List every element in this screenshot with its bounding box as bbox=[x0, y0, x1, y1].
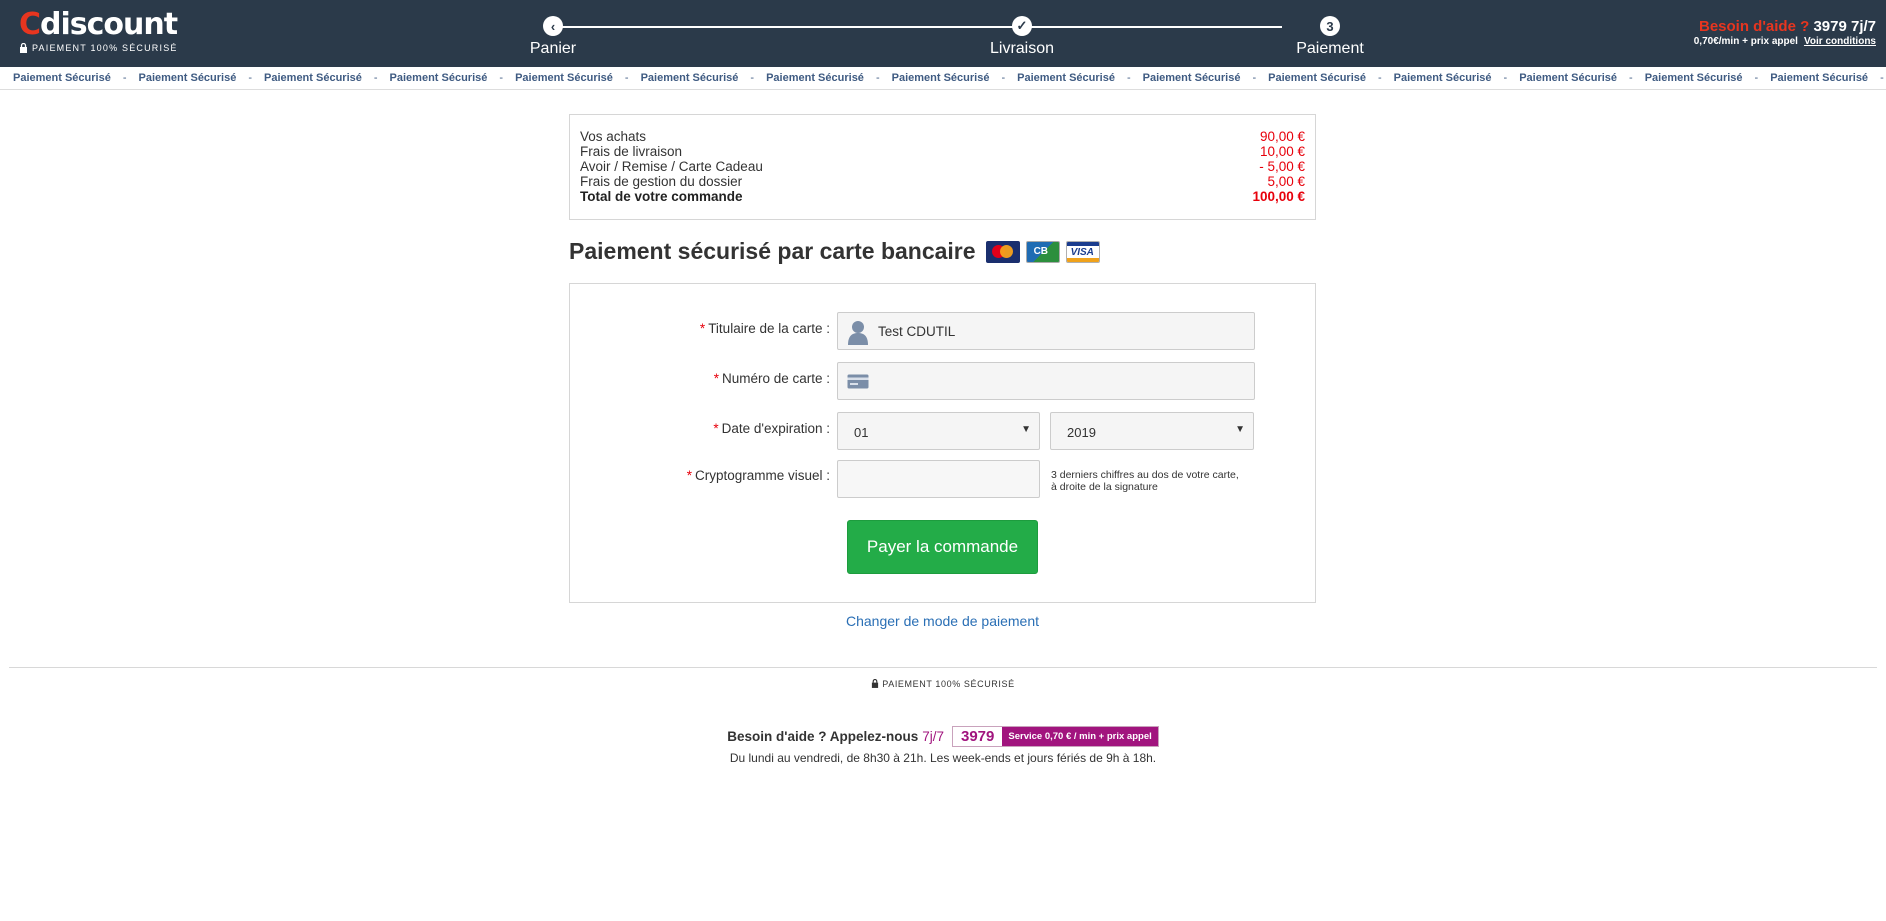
band-separator: - bbox=[1252, 72, 1257, 84]
secure-payment-label: PAIEMENT 100% SÉCURISÉ bbox=[32, 43, 178, 53]
band-item: Paiement Sécurisé bbox=[1770, 72, 1869, 84]
cvv-label: * Cryptogramme visuel : bbox=[686, 468, 830, 483]
band-item: Paiement Sécurisé bbox=[13, 72, 111, 84]
band-separator: - bbox=[1754, 72, 1759, 84]
band-separator: - bbox=[248, 72, 253, 84]
footer-help: Besoin d'aide ? Appelez-nous 7j/7 3979 S… bbox=[0, 726, 1886, 747]
card-holder-value: Test CDUTIL bbox=[878, 324, 956, 339]
band-item: Paiement Sécurisé bbox=[515, 72, 613, 84]
expiry-year-value: 2019 bbox=[1067, 425, 1096, 440]
band-item: Paiement Sécurisé bbox=[1017, 72, 1115, 84]
expiry-label: * Date d'expiration : bbox=[713, 421, 830, 436]
total-label: Total de votre commande bbox=[580, 189, 743, 204]
conditions-link[interactable]: Voir conditions bbox=[1804, 36, 1876, 47]
progress-line bbox=[562, 26, 1282, 28]
secure-payment-band: Paiement Sécurisé - Paiement Sécurisé - Paie… bbox=[0, 67, 1886, 90]
person-icon bbox=[848, 321, 868, 345]
cb-icon: CB bbox=[1025, 240, 1060, 263]
holder-label: * Titulaire de la carte : bbox=[699, 321, 830, 336]
cvv-hint: 3 derniers chiffres au dos de votre cart… bbox=[1051, 469, 1239, 493]
band-separator: - bbox=[1503, 72, 1508, 84]
service-price: Service 0,70 € / min + prix appel bbox=[1002, 727, 1158, 746]
band-separator: - bbox=[750, 72, 755, 84]
expiry-month-value: 01 bbox=[854, 425, 869, 440]
footer-secure-label: PAIEMENT 100% SÉCURISÉ bbox=[0, 678, 1886, 689]
summary-value: 10,00 € bbox=[1259, 144, 1305, 159]
band-separator: - bbox=[1629, 72, 1633, 84]
help-number: 3979 7j/7 bbox=[1813, 18, 1876, 35]
summary-row: Frais de gestion du dossier 5,00 € bbox=[580, 174, 1305, 189]
summary-label: Vos achats bbox=[580, 129, 647, 144]
band-item: Paiement Sécurisé bbox=[138, 72, 237, 84]
check-icon[interactable]: ✓ bbox=[1012, 16, 1032, 36]
summary-value: - 5,00 € bbox=[1259, 159, 1305, 174]
band-item: Paiement Sécurisé bbox=[264, 72, 362, 84]
dropdown-arrow-icon: ▼ bbox=[1021, 424, 1031, 435]
step-livraison[interactable]: Livraison bbox=[952, 40, 1092, 58]
pay-order-button[interactable]: Payer la commande bbox=[847, 520, 1038, 574]
summary-row: Avoir / Remise / Carte Cadeau - 5,00 € bbox=[580, 159, 1305, 174]
band-separator: - bbox=[624, 72, 629, 84]
band-separator: - bbox=[1880, 72, 1884, 84]
cvv-field[interactable] bbox=[837, 460, 1040, 498]
lock-icon bbox=[20, 43, 27, 53]
mastercard-icon bbox=[985, 240, 1020, 263]
band-item: Paiement Sécurisé bbox=[1268, 72, 1366, 84]
summary-value: 5,00 € bbox=[1267, 174, 1305, 189]
footer-help-days: 7j/7 bbox=[922, 729, 944, 744]
band-item: Paiement Sécurisé bbox=[1142, 72, 1241, 84]
card-holder-field[interactable]: Test CDUTIL bbox=[837, 312, 1255, 350]
band-item: Paiement Sécurisé bbox=[1393, 72, 1492, 84]
band-item: Paiement Sécurisé bbox=[1519, 72, 1618, 84]
help-question: Besoin d'aide ? bbox=[1699, 18, 1810, 35]
expiry-month-select[interactable]: 01 ▼ bbox=[837, 412, 1040, 450]
band-item: Paiement Sécurisé bbox=[640, 72, 739, 84]
summary-value: 90,00 € bbox=[1259, 129, 1305, 144]
band-item: Paiement Sécurisé bbox=[389, 72, 488, 84]
order-summary: Vos achats 90,00 € Frais de livraison 10… bbox=[569, 114, 1316, 220]
help-contact: Besoin d'aide ? 3979 7j/7 0,70€/min + pr… bbox=[1694, 18, 1876, 47]
payment-title: Paiement sécurisé par carte bancaire CB … bbox=[569, 238, 1100, 265]
summary-row: Vos achats 90,00 € bbox=[580, 129, 1305, 144]
band-separator: - bbox=[499, 72, 504, 84]
cdiscount-logo[interactable]: Cdiscount PAIEMENT 100% SÉCURISÉ bbox=[19, 10, 178, 53]
step-number: 3 bbox=[1320, 16, 1340, 36]
band-separator: - bbox=[373, 72, 378, 84]
step-panier[interactable]: Panier bbox=[483, 40, 623, 58]
band-item: Paiement Sécurisé bbox=[891, 72, 990, 84]
summary-label: Avoir / Remise / Carte Cadeau bbox=[580, 159, 763, 174]
dropdown-arrow-icon: ▼ bbox=[1235, 424, 1245, 435]
card-number-label: * Numéro de carte : bbox=[713, 371, 830, 386]
band-separator: - bbox=[1126, 72, 1131, 84]
lock-icon bbox=[872, 678, 879, 688]
expiry-year-select[interactable]: 2019 ▼ bbox=[1050, 412, 1254, 450]
footer-divider bbox=[9, 667, 1877, 668]
summary-label: Frais de livraison bbox=[580, 144, 683, 159]
credit-card-icon bbox=[847, 374, 869, 389]
phone-number-badge: 3979 Service 0,70 € / min + prix appel bbox=[952, 726, 1159, 747]
total-value: 100,00 € bbox=[1252, 189, 1305, 204]
summary-row: Frais de livraison 10,00 € bbox=[580, 144, 1305, 159]
band-item: Paiement Sécurisé bbox=[766, 72, 864, 84]
chevron-left-icon[interactable]: ‹ bbox=[543, 16, 563, 36]
summary-label: Frais de gestion du dossier bbox=[580, 174, 743, 189]
footer-hours: Du lundi au vendredi, de 8h30 à 21h. Les… bbox=[729, 751, 1157, 765]
band-item: Paiement Sécurisé bbox=[1644, 72, 1743, 84]
visa-icon: VISA bbox=[1065, 240, 1100, 263]
step-paiement: Paiement bbox=[1296, 40, 1364, 57]
phone-number: 3979 bbox=[953, 727, 1003, 746]
band-separator: - bbox=[122, 72, 127, 84]
band-separator: - bbox=[1378, 72, 1382, 84]
footer-help-text: Besoin d'aide ? Appelez-nous bbox=[727, 729, 919, 744]
help-price: 0,70€/min + prix appel bbox=[1693, 36, 1798, 47]
band-separator: - bbox=[875, 72, 880, 84]
band-separator: - bbox=[1001, 72, 1006, 84]
header-bar: Cdiscount PAIEMENT 100% SÉCURISÉ ‹ Panie… bbox=[0, 0, 1886, 67]
summary-total-row: Total de votre commande 100,00 € bbox=[580, 189, 1305, 204]
change-payment-mode-link[interactable]: Changer de mode de paiement bbox=[569, 613, 1316, 629]
card-number-field[interactable] bbox=[837, 362, 1255, 400]
